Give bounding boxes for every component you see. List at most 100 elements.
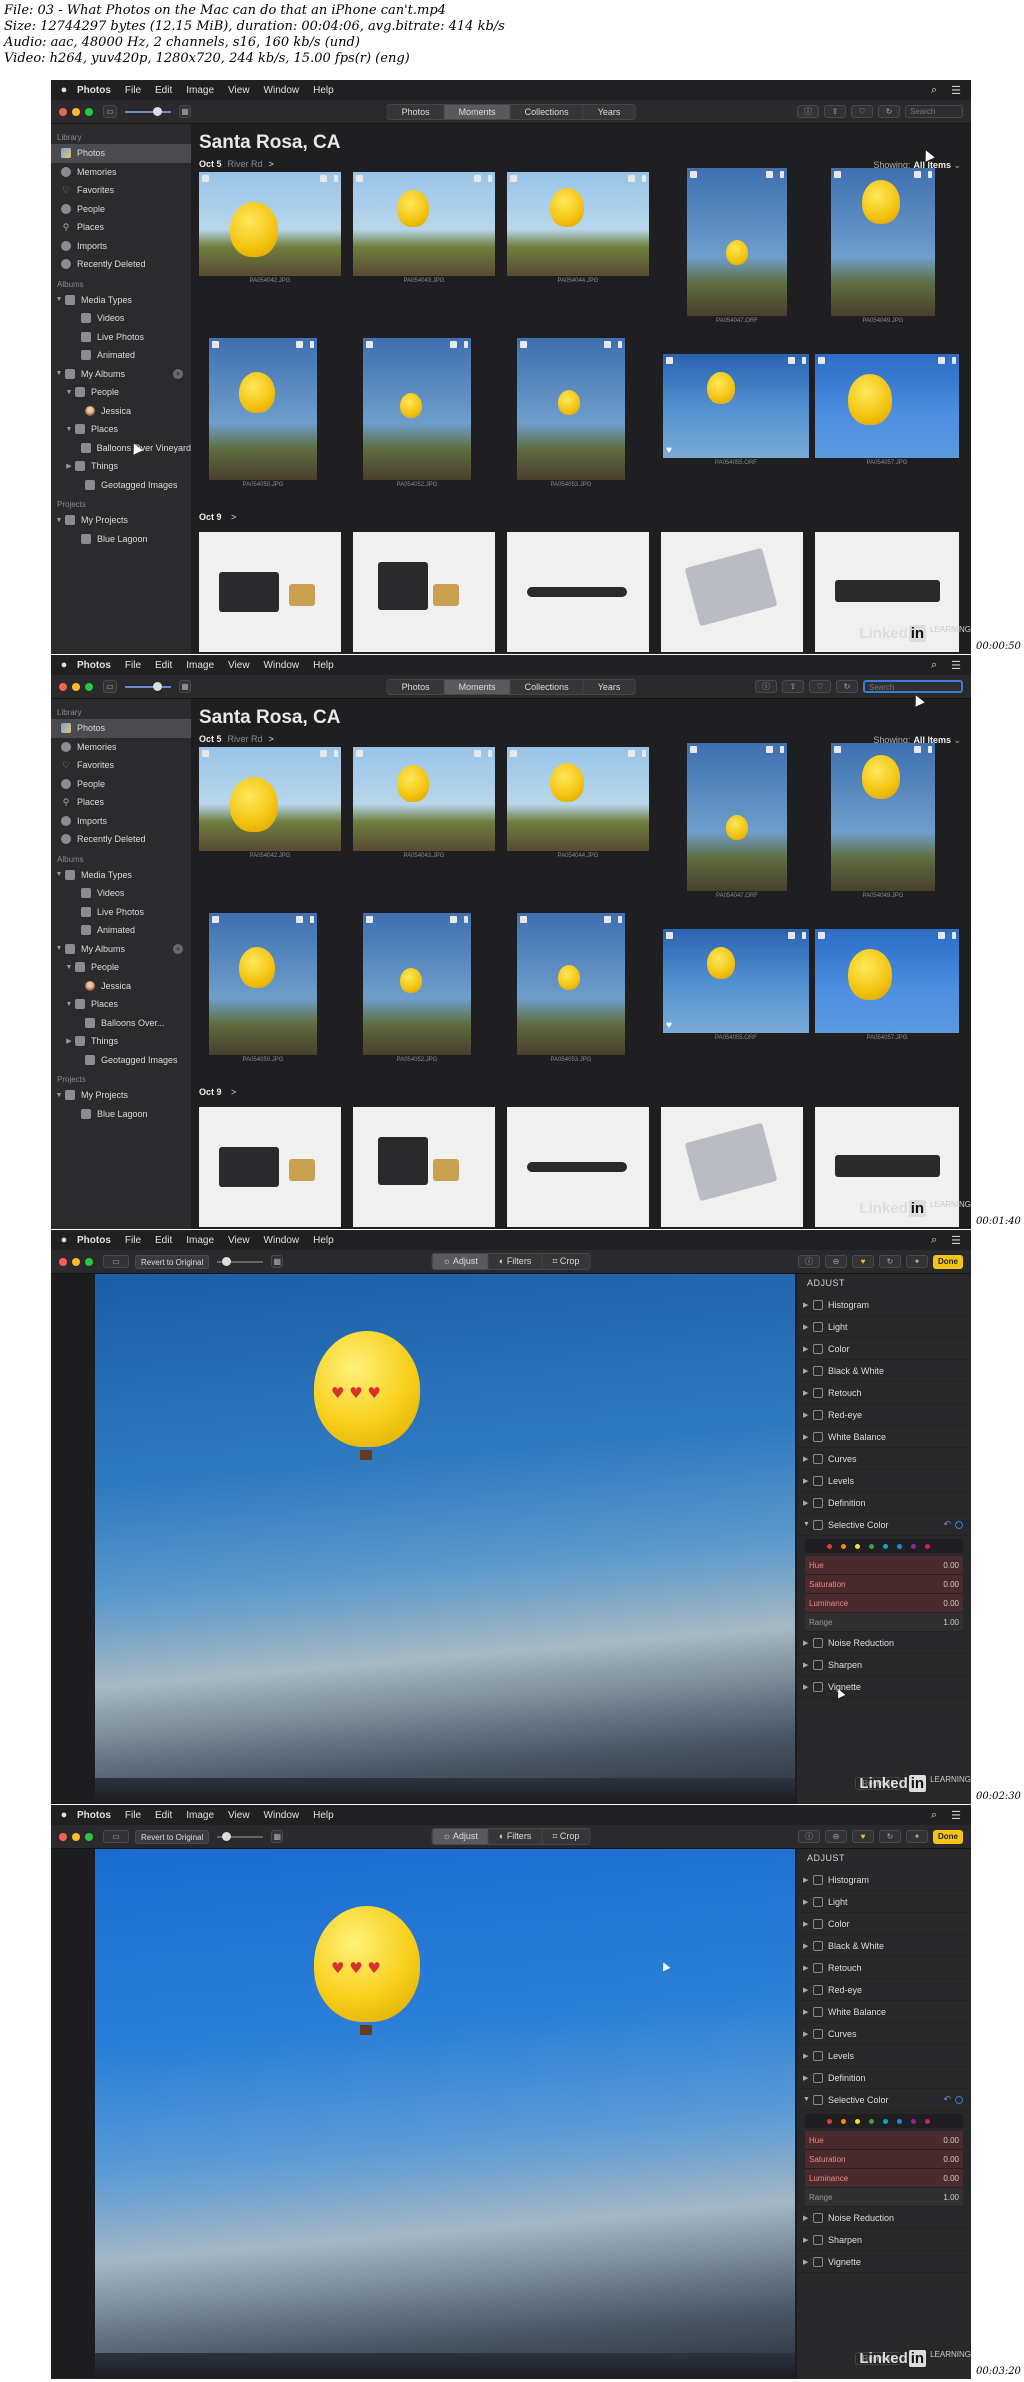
photo-thumbnail[interactable]	[199, 1107, 341, 1227]
info-icon[interactable]: ⓘ	[755, 680, 777, 693]
photo-canvas[interactable]: ♥ ♥ ♥	[95, 1849, 795, 2379]
search-icon[interactable]: ⌕	[931, 1809, 937, 1822]
sidebar-item-live-photos[interactable]: Live Photos	[51, 328, 191, 347]
heart-icon[interactable]: ♡	[851, 105, 873, 118]
photo-thumbnail[interactable]	[517, 338, 625, 480]
adjust-item-light[interactable]: ▶ Light	[797, 1316, 971, 1338]
color-swatch[interactable]	[855, 1543, 860, 1549]
menu-image[interactable]: Image	[186, 1810, 214, 1821]
minimize-button[interactable]	[72, 1257, 80, 1266]
photo-thumbnail[interactable]	[199, 532, 341, 652]
adjust-item-light[interactable]: ▶ Light	[797, 1891, 971, 1913]
adjust-item-vignette[interactable]: ▶ Vignette	[797, 2251, 971, 2273]
tab-years[interactable]: Years	[583, 104, 635, 119]
sidebar-item-videos[interactable]: Videos	[51, 309, 191, 328]
adjust-item-histogram[interactable]: ▶ Histogram	[797, 1294, 971, 1316]
adjust-item-red-eye[interactable]: ▶ Red-eye	[797, 1979, 971, 2001]
menu-view[interactable]: View	[228, 85, 250, 96]
menu-window[interactable]: Window	[264, 1235, 300, 1246]
disclosure-triangle-icon[interactable]: ▶	[803, 2030, 813, 2038]
menu-edit[interactable]: Edit	[155, 85, 172, 96]
close-button[interactable]	[59, 1257, 67, 1266]
sidebar-item-jessica[interactable]: Jessica	[51, 402, 191, 421]
disclosure-triangle-icon[interactable]: ▶	[803, 1499, 813, 1507]
share-icon[interactable]: ⇪	[824, 105, 846, 118]
tab-collections[interactable]: Collections	[510, 104, 584, 119]
adjust-item-selective-color[interactable]: ▼ Selective Color ↶	[797, 1514, 971, 1536]
photo-thumbnail[interactable]	[687, 168, 787, 316]
color-swatch[interactable]	[897, 2118, 902, 2124]
photo-thumbnail[interactable]	[507, 747, 649, 851]
photo-thumbnail[interactable]	[209, 913, 317, 1055]
menu-app-name[interactable]: Photos	[77, 660, 111, 671]
color-swatch[interactable]	[827, 2118, 832, 2124]
fit-icon[interactable]: ▦	[271, 1830, 284, 1843]
menu-help[interactable]: Help	[313, 660, 334, 671]
selective-color-saturation[interactable]: Saturation 0.00	[805, 2150, 963, 2169]
photo-thumbnail[interactable]	[661, 1107, 803, 1227]
disclosure-triangle-icon[interactable]: ▶	[803, 1367, 813, 1375]
adjust-item-white-balance[interactable]: ▶ White Balance	[797, 1426, 971, 1448]
revert-to-original-button[interactable]: Revert to Original	[135, 1829, 210, 1844]
disclosure-triangle-icon[interactable]: ▶	[803, 1683, 813, 1691]
rotate-icon[interactable]: ↻	[879, 1830, 901, 1843]
tab-crop[interactable]: ⌗ Crop	[542, 1254, 590, 1269]
list-icon[interactable]: ☰	[951, 1809, 961, 1822]
selective-color-range[interactable]: Range 1.00	[805, 1613, 963, 1632]
disclosure-triangle-icon[interactable]: ▶	[803, 1433, 813, 1441]
enable-toggle-icon[interactable]	[955, 2095, 963, 2104]
menu-image[interactable]: Image	[186, 85, 214, 96]
color-swatch[interactable]	[855, 2118, 860, 2124]
color-swatch[interactable]	[883, 2118, 888, 2124]
adjust-item-sharpen[interactable]: ▶ Sharpen	[797, 2229, 971, 2251]
disclosure-triangle-icon[interactable]: ▶	[803, 2008, 813, 2016]
disclosure-triangle-icon[interactable]: ▶	[803, 1920, 813, 1928]
sidebar-item-places[interactable]: ⚲ Places	[51, 793, 191, 812]
favorite-heart-icon[interactable]: ♥	[852, 1830, 874, 1843]
disclosure-triangle-icon[interactable]: ▼	[55, 296, 63, 303]
menu-view[interactable]: View	[228, 660, 250, 671]
disclosure-triangle-icon[interactable]: ▶	[803, 1964, 813, 1972]
list-icon[interactable]: ☰	[951, 84, 961, 97]
magic-wand-icon[interactable]: ✦	[906, 1830, 928, 1843]
menu-app-name[interactable]: Photos	[77, 1810, 111, 1821]
tab-adjust[interactable]: ☼ Adjust	[432, 1829, 489, 1844]
apple-menu-icon[interactable]: ●	[51, 84, 77, 96]
chevron-right-icon[interactable]: >	[269, 734, 274, 744]
rotate-icon[interactable]: ↻	[878, 105, 900, 118]
sidebar-item-memories[interactable]: Memories	[51, 738, 191, 757]
compare-icon[interactable]: ▭	[103, 1255, 129, 1268]
apple-menu-icon[interactable]: ●	[51, 1809, 77, 1821]
search-input[interactable]: Search	[905, 105, 963, 118]
minimize-button[interactable]	[72, 1832, 80, 1841]
zoom-slider[interactable]	[217, 1256, 264, 1266]
sidebar-item-blue-lagoon[interactable]: Blue Lagoon	[51, 530, 191, 549]
zoom-slider-knob[interactable]	[221, 1256, 231, 1266]
menu-view[interactable]: View	[228, 1235, 250, 1246]
adjust-item-selective-color[interactable]: ▼ Selective Color ↶	[797, 2089, 971, 2111]
disclosure-triangle-icon[interactable]: ▶	[803, 1323, 813, 1331]
disclosure-triangle-icon[interactable]: ▼	[803, 2096, 813, 2103]
selective-color-luminance[interactable]: Luminance 0.00	[805, 2169, 963, 2188]
tab-years[interactable]: Years	[583, 679, 635, 694]
sidebar-item-media-types[interactable]: ▼ Media Types	[51, 866, 191, 885]
photo-thumbnail[interactable]	[831, 743, 935, 891]
sidebar-item-imports[interactable]: Imports	[51, 237, 191, 256]
tab-collections[interactable]: Collections	[510, 679, 584, 694]
color-swatch[interactable]	[883, 1543, 888, 1549]
disclosure-triangle-icon[interactable]: ▼	[55, 517, 63, 524]
sidebar-item-my-albums[interactable]: ▼ My Albums +	[51, 365, 191, 384]
disclosure-triangle-icon[interactable]: ▶	[803, 1301, 813, 1309]
adjust-item-color[interactable]: ▶ Color	[797, 1338, 971, 1360]
sidebar-item-places[interactable]: ▼ Places	[51, 995, 191, 1014]
photo-thumbnail[interactable]	[363, 338, 471, 480]
adjust-item-noise-reduction[interactable]: ▶ Noise Reduction	[797, 2207, 971, 2229]
disclosure-triangle-icon[interactable]: ▶	[803, 2214, 813, 2222]
selective-color-hue[interactable]: Hue 0.00	[805, 2131, 963, 2150]
heart-icon[interactable]: ♡	[809, 680, 831, 693]
done-button[interactable]: Done	[933, 1254, 963, 1269]
selective-color-luminance[interactable]: Luminance 0.00	[805, 1594, 963, 1613]
disclosure-triangle-icon[interactable]: ▼	[55, 871, 63, 878]
adjust-item-vignette[interactable]: ▶ Vignette	[797, 1676, 971, 1698]
disclosure-triangle-icon[interactable]: ▶	[803, 1477, 813, 1485]
